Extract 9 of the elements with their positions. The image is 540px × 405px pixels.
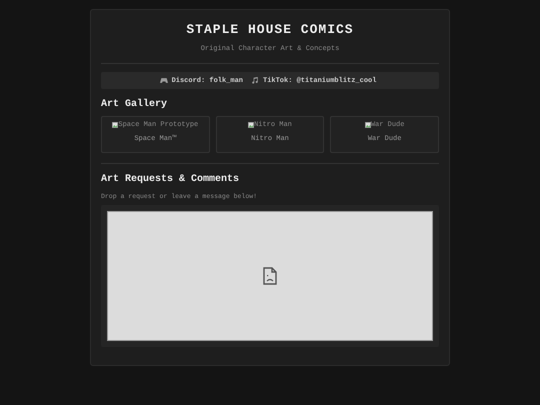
music-note-icon: [251, 77, 259, 84]
section-heading: Art Requests & Comments: [101, 174, 240, 185]
broken-image-icon: [112, 122, 118, 128]
broken-image-icon: [248, 122, 254, 128]
gamepad-icon: [160, 77, 168, 84]
section-heading: Art Gallery: [101, 99, 168, 110]
broken-image-icon: [364, 122, 371, 128]
site-title: STAPLE HOUSE COMICS: [185, 22, 355, 37]
sad-document-icon: [263, 267, 277, 285]
